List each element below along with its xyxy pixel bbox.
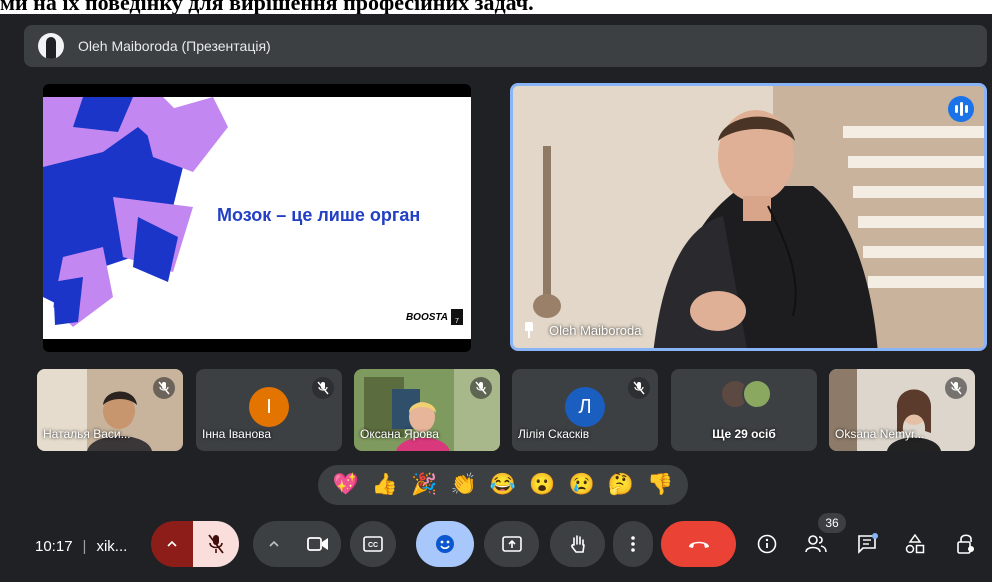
- mic-off-icon: [312, 377, 334, 399]
- participant-tile[interactable]: Л Лілія Скасків: [512, 369, 658, 451]
- mic-off-icon: [628, 377, 650, 399]
- speaker-name: Oleh Maiboroda: [549, 322, 642, 338]
- logo-number: 7: [451, 309, 463, 325]
- end-call-icon: [688, 541, 709, 548]
- avatar-stack: [720, 379, 772, 409]
- boosta-logo: BOOSTA 7: [406, 309, 463, 325]
- chat-icon: [858, 533, 878, 554]
- reaction-thumbs-up[interactable]: 👍: [370, 473, 400, 497]
- emoji-icon: [436, 535, 454, 553]
- camera-icon: [307, 537, 328, 551]
- presenter-bar[interactable]: Oleh Maiboroda (Презентація): [24, 25, 987, 67]
- participant-name: Наталья Васи...: [43, 427, 131, 441]
- caption-strip: ми на їх поведінку для вирішення професі…: [0, 0, 992, 14]
- mic-off-icon: [945, 377, 967, 399]
- more-participants-label: Ще 29 осіб: [712, 427, 776, 441]
- camera-options-button[interactable]: [253, 521, 295, 567]
- caption-text: ми на їх поведінку для вирішення професі…: [0, 0, 534, 14]
- participant-name: Лілія Скасків: [518, 427, 590, 441]
- participant-name: Оксана Ярова: [360, 427, 439, 441]
- meeting-details-button[interactable]: [750, 527, 784, 561]
- leave-call-button[interactable]: [661, 521, 736, 567]
- reaction-thumbs-down[interactable]: 👎: [645, 473, 675, 497]
- reaction-thinking[interactable]: 🤔: [606, 473, 636, 497]
- presentation-tile[interactable]: Мозок – це лише орган BOOSTA 7: [43, 84, 471, 352]
- present-screen-icon: [501, 536, 522, 552]
- clock-time: 10:17: [35, 538, 73, 555]
- avatar: [742, 379, 772, 409]
- participant-name: Oksana Nemyr...: [835, 427, 925, 441]
- present-button[interactable]: [484, 521, 539, 567]
- hand-icon: [570, 535, 585, 553]
- separator: |: [82, 538, 87, 555]
- mic-toggle-button[interactable]: [193, 521, 239, 567]
- lock-person-icon: [957, 534, 974, 554]
- chevron-up-icon: [269, 540, 279, 547]
- slide-title: Мозок – це лише орган: [217, 205, 421, 225]
- speaker-video: [513, 86, 984, 348]
- reaction-surprised[interactable]: 😮: [527, 473, 557, 497]
- participant-tile[interactable]: Оксана Ярова: [354, 369, 500, 451]
- presenter-avatar: [38, 33, 64, 59]
- meeting-code: xik...: [96, 538, 128, 555]
- pin-icon[interactable]: [523, 322, 535, 338]
- mic-off-icon: [470, 377, 492, 399]
- more-participants-tile[interactable]: Ще 29 осіб: [671, 369, 817, 451]
- mic-options-button[interactable]: [151, 521, 193, 567]
- people-icon: [805, 535, 827, 553]
- mic-off-icon: [208, 534, 224, 554]
- reaction-clap[interactable]: 👏: [449, 473, 479, 497]
- participant-tile[interactable]: Наталья Васи...: [37, 369, 183, 451]
- logo-text: BOOSTA: [405, 311, 448, 323]
- camera-toggle-button[interactable]: [295, 521, 341, 567]
- info-icon: [757, 534, 777, 554]
- presenter-title: Oleh Maiboroda (Презентація): [78, 38, 271, 54]
- shapes-icon: [905, 534, 925, 554]
- participant-initial: І: [249, 387, 289, 427]
- reactions-button[interactable]: [416, 521, 474, 567]
- speaker-label: Oleh Maiboroda: [523, 322, 642, 338]
- host-controls-button[interactable]: [949, 527, 983, 561]
- mic-off-icon: [153, 377, 175, 399]
- people-button[interactable]: [799, 527, 833, 561]
- audio-wave-icon: [948, 96, 974, 122]
- camera-control: [253, 521, 341, 567]
- raise-hand-button[interactable]: [550, 521, 605, 567]
- participant-tile[interactable]: Oksana Nemyr...: [829, 369, 975, 451]
- speaker-tile[interactable]: Oleh Maiboroda: [510, 83, 987, 351]
- mic-control: [151, 521, 239, 567]
- chevron-up-icon: [167, 540, 177, 547]
- meeting-info: 10:17 | xik...: [35, 538, 127, 555]
- chat-button[interactable]: [850, 527, 884, 561]
- reaction-sad[interactable]: 😢: [567, 473, 597, 497]
- activities-button[interactable]: [898, 527, 932, 561]
- reaction-laugh[interactable]: 😂: [488, 473, 518, 497]
- captions-icon: CC: [363, 536, 383, 552]
- reaction-party[interactable]: 🎉: [409, 473, 439, 497]
- presentation-slide: Мозок – це лише орган BOOSTA 7: [43, 97, 471, 339]
- captions-button[interactable]: CC: [350, 521, 396, 567]
- participant-initial: Л: [565, 387, 605, 427]
- participant-name: Інна Іванова: [202, 427, 272, 441]
- more-vert-icon: [631, 536, 635, 552]
- svg-text:CC: CC: [368, 542, 378, 549]
- more-options-button[interactable]: [613, 521, 653, 567]
- reaction-bar: 💖 👍 🎉 👏 😂 😮 😢 🤔 👎: [318, 465, 688, 505]
- reaction-heart[interactable]: 💖: [331, 473, 361, 497]
- participant-tile[interactable]: І Інна Іванова: [196, 369, 342, 451]
